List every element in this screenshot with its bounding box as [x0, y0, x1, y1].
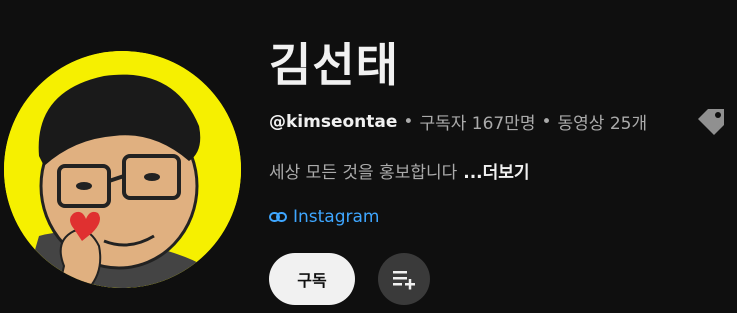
playlist-add-icon [393, 271, 415, 290]
channel-name: 김선태 [269, 38, 399, 92]
channel-meta: @kimseontae • 구독자 167만명 • 동영상 25개 [269, 109, 648, 135]
channel-description[interactable]: 세상 모든 것을 홍보합니다 ...더보기 [269, 158, 530, 183]
playlist-add-button[interactable] [378, 253, 430, 305]
subscribe-button[interactable]: 구독 [269, 253, 355, 305]
subscriber-count: 구독자 167만명 [419, 114, 536, 134]
tag-icon[interactable] [694, 105, 730, 139]
separator-dot: • [403, 111, 414, 132]
link-icon [269, 212, 287, 222]
channel-avatar[interactable] [4, 51, 241, 288]
avatar-illustration [4, 51, 241, 288]
channel-handle: @kimseontae [269, 111, 398, 132]
instagram-link[interactable]: Instagram [269, 207, 380, 227]
separator-dot: • [541, 111, 552, 132]
more-link[interactable]: ...더보기 [463, 163, 529, 183]
description-text: 세상 모든 것을 홍보합니다 [269, 163, 458, 183]
link-label: Instagram [293, 207, 380, 227]
video-count: 동영상 25개 [557, 114, 648, 134]
